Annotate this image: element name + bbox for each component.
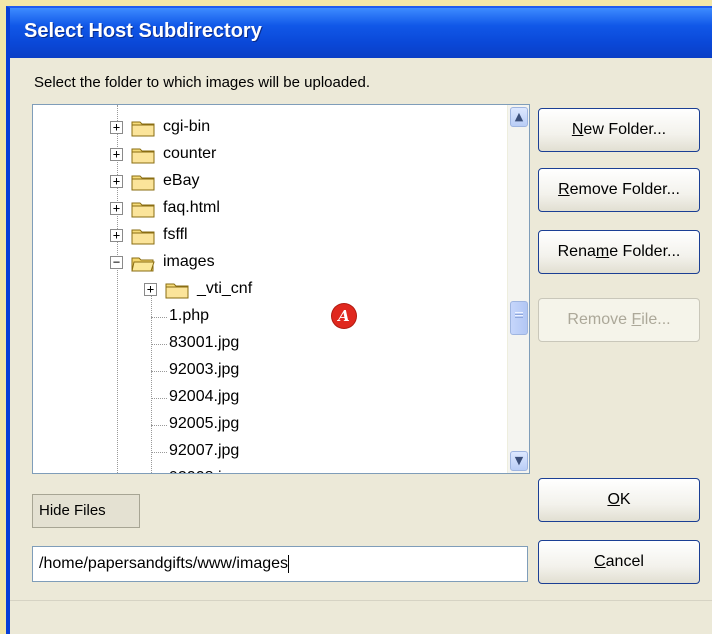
tree-file-item[interactable]: 92007.jpg	[33, 439, 503, 465]
tree-folder-item[interactable]: + faq.html	[33, 196, 503, 222]
folder-icon	[165, 280, 189, 300]
tree-connector	[151, 317, 167, 318]
tree-item-label: _vti_cnf	[197, 280, 253, 297]
path-value: /home/papersandgifts/www/images	[39, 555, 289, 572]
tree-folder-item[interactable]: + cgi-bin	[33, 115, 503, 141]
expand-icon[interactable]: +	[110, 202, 123, 215]
tree-item-label: 92003.jpg	[169, 361, 240, 378]
btn-text-post: ile...	[641, 311, 671, 328]
tree-folder-item[interactable]: + counter	[33, 142, 503, 168]
tree-file-item[interactable]: 1.php	[33, 304, 503, 330]
tree-connector	[151, 452, 167, 453]
tree-folder-item[interactable]: − images	[33, 250, 503, 276]
tree-item-label: 92008.jpg	[169, 469, 239, 473]
text-caret	[288, 554, 290, 573]
tree-scrollbar[interactable]: ▲ ▼	[507, 105, 529, 473]
btn-text-post: ancel	[605, 553, 644, 570]
rename-folder-button[interactable]: Rename Folder...	[538, 230, 700, 274]
scrollbar-thumb[interactable]	[510, 301, 528, 335]
btn-accel-key: m	[595, 243, 610, 260]
tree-connector	[151, 425, 167, 426]
btn-text-pre: Rena	[557, 243, 596, 260]
cancel-button[interactable]: Cancel	[538, 540, 700, 584]
tree-item-label: cgi-bin	[163, 118, 211, 135]
hide-files-toggle[interactable]: Hide Files	[32, 494, 140, 528]
tree-item-label: eBay	[163, 172, 200, 189]
tree-item-label: 1.php	[169, 307, 210, 324]
tree-item-label: counter	[163, 145, 217, 162]
expand-icon[interactable]: +	[110, 148, 123, 161]
tree-file-item[interactable]: 92008.jpg	[33, 466, 503, 473]
tree-folder-item[interactable]: + eBay	[33, 169, 503, 195]
folder-icon	[131, 118, 155, 138]
btn-accel-key: R	[558, 181, 570, 198]
scroll-down-icon[interactable]: ▼	[510, 451, 528, 471]
open-folder-icon	[131, 253, 155, 273]
title-bar[interactable]: Select Host Subdirectory	[10, 8, 712, 58]
tree-file-item[interactable]: 92003.jpg	[33, 358, 503, 384]
select-host-subdirectory-dialog: Select Host Subdirectory Select the fold…	[6, 6, 712, 634]
folder-icon	[131, 172, 155, 192]
path-input[interactable]: /home/papersandgifts/www/images	[32, 546, 528, 582]
folder-tree[interactable]: ▲ ▼ + cgi-bin + counter + eBay + faq.html + fsffl…	[32, 104, 530, 474]
tree-connector	[151, 371, 167, 372]
collapse-icon[interactable]: −	[110, 256, 123, 269]
folder-icon	[131, 199, 155, 219]
instruction-text: Select the folder to which images will b…	[34, 74, 371, 91]
callout-marker-a: A	[332, 304, 356, 328]
tree-item-label: 92004.jpg	[169, 388, 240, 405]
btn-accel-key: F	[631, 311, 642, 328]
tree-item-label: 92007.jpg	[169, 442, 240, 459]
expand-icon[interactable]: +	[110, 175, 123, 188]
expand-icon[interactable]: +	[144, 283, 157, 296]
folder-icon	[131, 145, 155, 165]
tree-item-label: faq.html	[163, 199, 220, 216]
btn-accel-key: O	[607, 491, 620, 508]
new-folder-button[interactable]: New Folder...	[538, 108, 700, 152]
tree-folder-item[interactable]: + _vti_cnf	[33, 277, 503, 303]
tree-file-item[interactable]: 92005.jpg	[33, 412, 503, 438]
expand-icon[interactable]: +	[110, 121, 123, 134]
tree-item-label: fsffl	[163, 226, 188, 243]
btn-accel-key: C	[594, 553, 606, 570]
btn-text-post: emove Folder...	[569, 181, 680, 198]
tree-item-label: images	[163, 253, 215, 270]
remove-folder-button[interactable]: Remove Folder...	[538, 168, 700, 212]
tree-item-label: 83001.jpg	[169, 334, 240, 351]
ok-button[interactable]: OK	[538, 478, 700, 522]
tree-connector	[151, 344, 167, 345]
tree-file-item[interactable]: 92004.jpg	[33, 385, 503, 411]
expand-icon[interactable]: +	[110, 229, 123, 242]
dialog-title: Select Host Subdirectory	[24, 20, 262, 42]
btn-accel-key: N	[571, 121, 584, 138]
btn-text-pre: Remove	[567, 311, 632, 328]
btn-text-post: e Folder...	[609, 243, 681, 260]
tree-folder-item[interactable]: + fsffl	[33, 223, 503, 249]
tree-connector	[151, 398, 167, 399]
scroll-up-icon[interactable]: ▲	[510, 107, 528, 127]
btn-text-post: ew Folder...	[583, 121, 667, 138]
btn-text-post: K	[619, 491, 631, 508]
remove-file-button[interactable]: Remove File...	[538, 298, 700, 342]
folder-icon	[131, 226, 155, 246]
tree-item-label: 92005.jpg	[169, 415, 240, 432]
tree-file-item[interactable]: 83001.jpg	[33, 331, 503, 357]
status-bar	[10, 600, 712, 634]
